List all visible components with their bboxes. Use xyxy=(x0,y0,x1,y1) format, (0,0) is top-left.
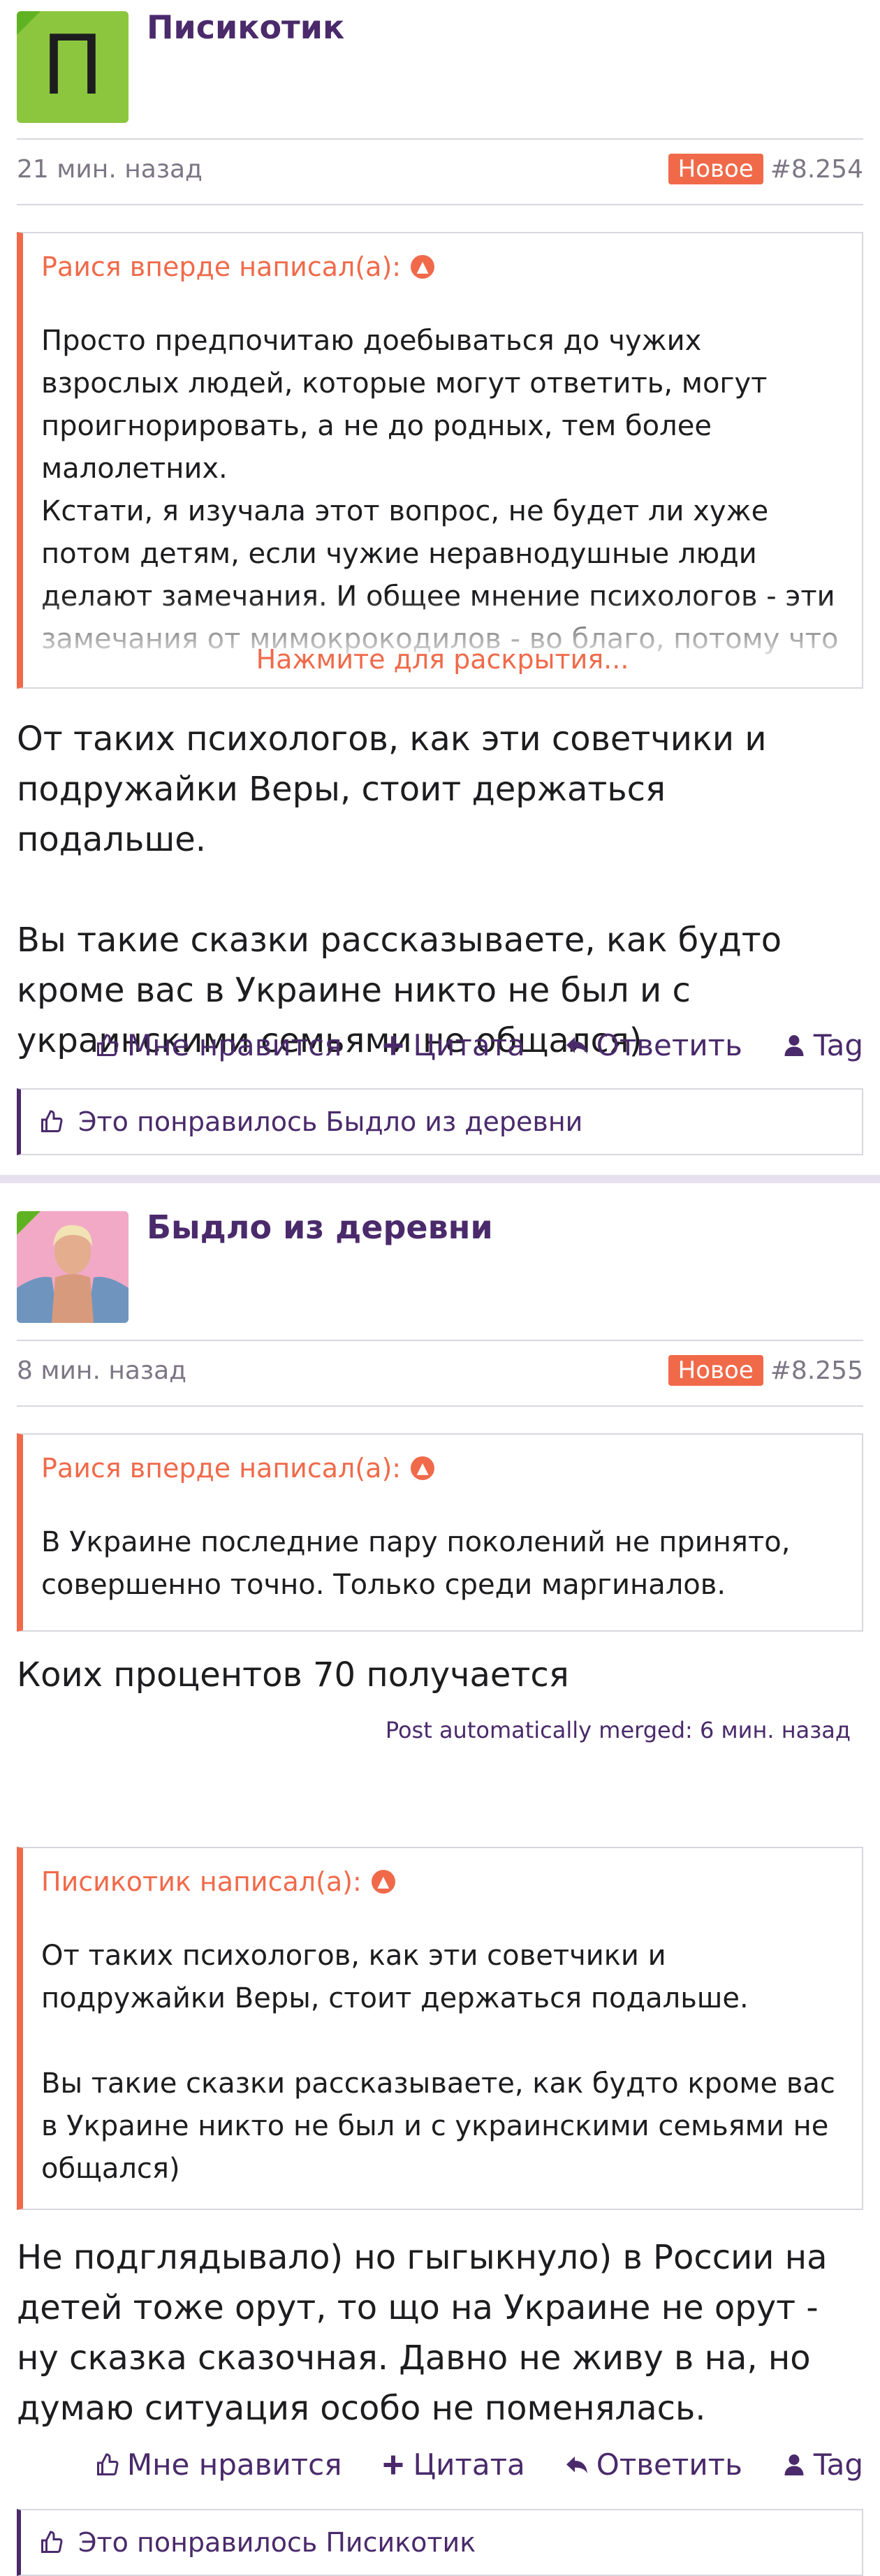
quote-button[interactable]: Цитата xyxy=(381,2447,525,2482)
arrow-up-circle-icon[interactable]: ▲ xyxy=(371,1870,395,1894)
tag-button[interactable]: Tag xyxy=(782,1028,863,1062)
tag-label: Tag xyxy=(813,1028,863,1062)
avatar[interactable] xyxy=(17,1211,129,1323)
post-body: Коих процентов 70 получается xyxy=(17,1655,569,1695)
reply-label: Ответить xyxy=(596,2447,742,2482)
quote-block: Писикотик написал(а): ▲ От таких психоло… xyxy=(17,1847,863,2210)
quote-block: Раися вперде написал(а): ▲ Просто предпо… xyxy=(17,232,863,689)
quote-label: Цитата xyxy=(413,1028,525,1062)
post-meta: 8 мин. назад Новое #8.255 xyxy=(17,1340,863,1407)
reply-icon xyxy=(566,2456,587,2473)
plus-icon xyxy=(383,2455,403,2474)
post-separator xyxy=(0,1175,880,1183)
like-label: Мне нравится xyxy=(126,2447,342,2482)
reply-icon xyxy=(566,1037,587,1054)
post-actions: Мне нравится Цитата Ответить Tag xyxy=(95,1028,863,1062)
user-icon xyxy=(784,1034,804,1056)
plus-icon xyxy=(383,1036,403,1055)
post-number[interactable]: #8.255 xyxy=(770,1356,863,1385)
quote-author[interactable]: Раися вперде написал(а): ▲ xyxy=(41,1453,435,1484)
likes-summary: Это понравилось Писикотик xyxy=(17,2509,863,2576)
tag-button[interactable]: Tag xyxy=(782,2447,863,2482)
thumbs-up-icon xyxy=(96,1033,119,1056)
reply-button[interactable]: Ответить xyxy=(564,1028,742,1062)
username[interactable]: Быдло из деревни xyxy=(147,1208,493,1246)
quote-author[interactable]: Писикотик написал(а): ▲ xyxy=(41,1866,395,1897)
arrow-up-circle-icon[interactable]: ▲ xyxy=(411,255,435,279)
likes-text[interactable]: Это понравилось Быдло из деревни xyxy=(78,1106,582,1137)
arrow-up-circle-icon[interactable]: ▲ xyxy=(411,1456,435,1480)
expand-quote-link[interactable]: Нажмите для раскрытия... xyxy=(23,644,862,675)
quote-button[interactable]: Цитата xyxy=(381,1028,525,1062)
quote-author[interactable]: Раися вперде написал(а): ▲ xyxy=(41,251,435,282)
thumbs-up-icon xyxy=(96,2452,119,2475)
likes-text[interactable]: Это понравилось Писикотик xyxy=(78,2527,476,2558)
avatar[interactable]: П xyxy=(17,11,129,123)
username[interactable]: Писикотик xyxy=(147,8,344,46)
post-meta: 21 мин. назад Новое #8.254 xyxy=(17,138,863,205)
post-number[interactable]: #8.254 xyxy=(770,155,863,184)
quote-author-label[interactable]: Раися вперде написал(а): xyxy=(41,1453,401,1484)
reply-button[interactable]: Ответить xyxy=(564,2447,742,2482)
merged-notice: Post automatically merged: 6 мин. назад xyxy=(385,1717,851,1743)
quote-block: Раися вперде написал(а): ▲ В Украине пос… xyxy=(17,1433,863,1632)
like-button[interactable]: Мне нравится xyxy=(95,2447,342,2482)
quote-author-label[interactable]: Писикотик написал(а): xyxy=(41,1866,362,1897)
post-time[interactable]: 8 мин. назад xyxy=(17,1356,186,1385)
post-actions: Мне нравится Цитата Ответить Tag xyxy=(95,2447,863,2482)
online-indicator xyxy=(17,11,41,35)
post-body: Не подглядывало) но гыгыкнуло) в России … xyxy=(17,2238,828,2428)
thumbs-up-icon xyxy=(41,2531,63,2554)
new-badge: Новое xyxy=(668,1355,763,1386)
online-indicator xyxy=(17,1211,41,1235)
like-label: Мне нравится xyxy=(126,1028,342,1062)
thumbs-up-icon xyxy=(41,1110,63,1133)
like-button[interactable]: Мне нравится xyxy=(95,1028,342,1062)
quote-text: В Украине последние пару поколений не пр… xyxy=(41,1526,791,1601)
quote-text: От таких психологов, как эти советчики и… xyxy=(41,1940,835,2185)
likes-summary: Это понравилось Быдло из деревни xyxy=(17,1088,863,1155)
post-time[interactable]: 21 мин. назад xyxy=(17,155,203,184)
tag-label: Tag xyxy=(813,2447,863,2482)
user-icon xyxy=(784,2454,804,2475)
reply-label: Ответить xyxy=(596,1028,742,1062)
new-badge: Новое xyxy=(668,154,763,184)
quote-author-label[interactable]: Раися вперде написал(а): xyxy=(41,251,401,282)
post-body: От таких психологов, как эти советчики и… xyxy=(17,719,782,1060)
quote-label: Цитата xyxy=(413,2447,525,2482)
